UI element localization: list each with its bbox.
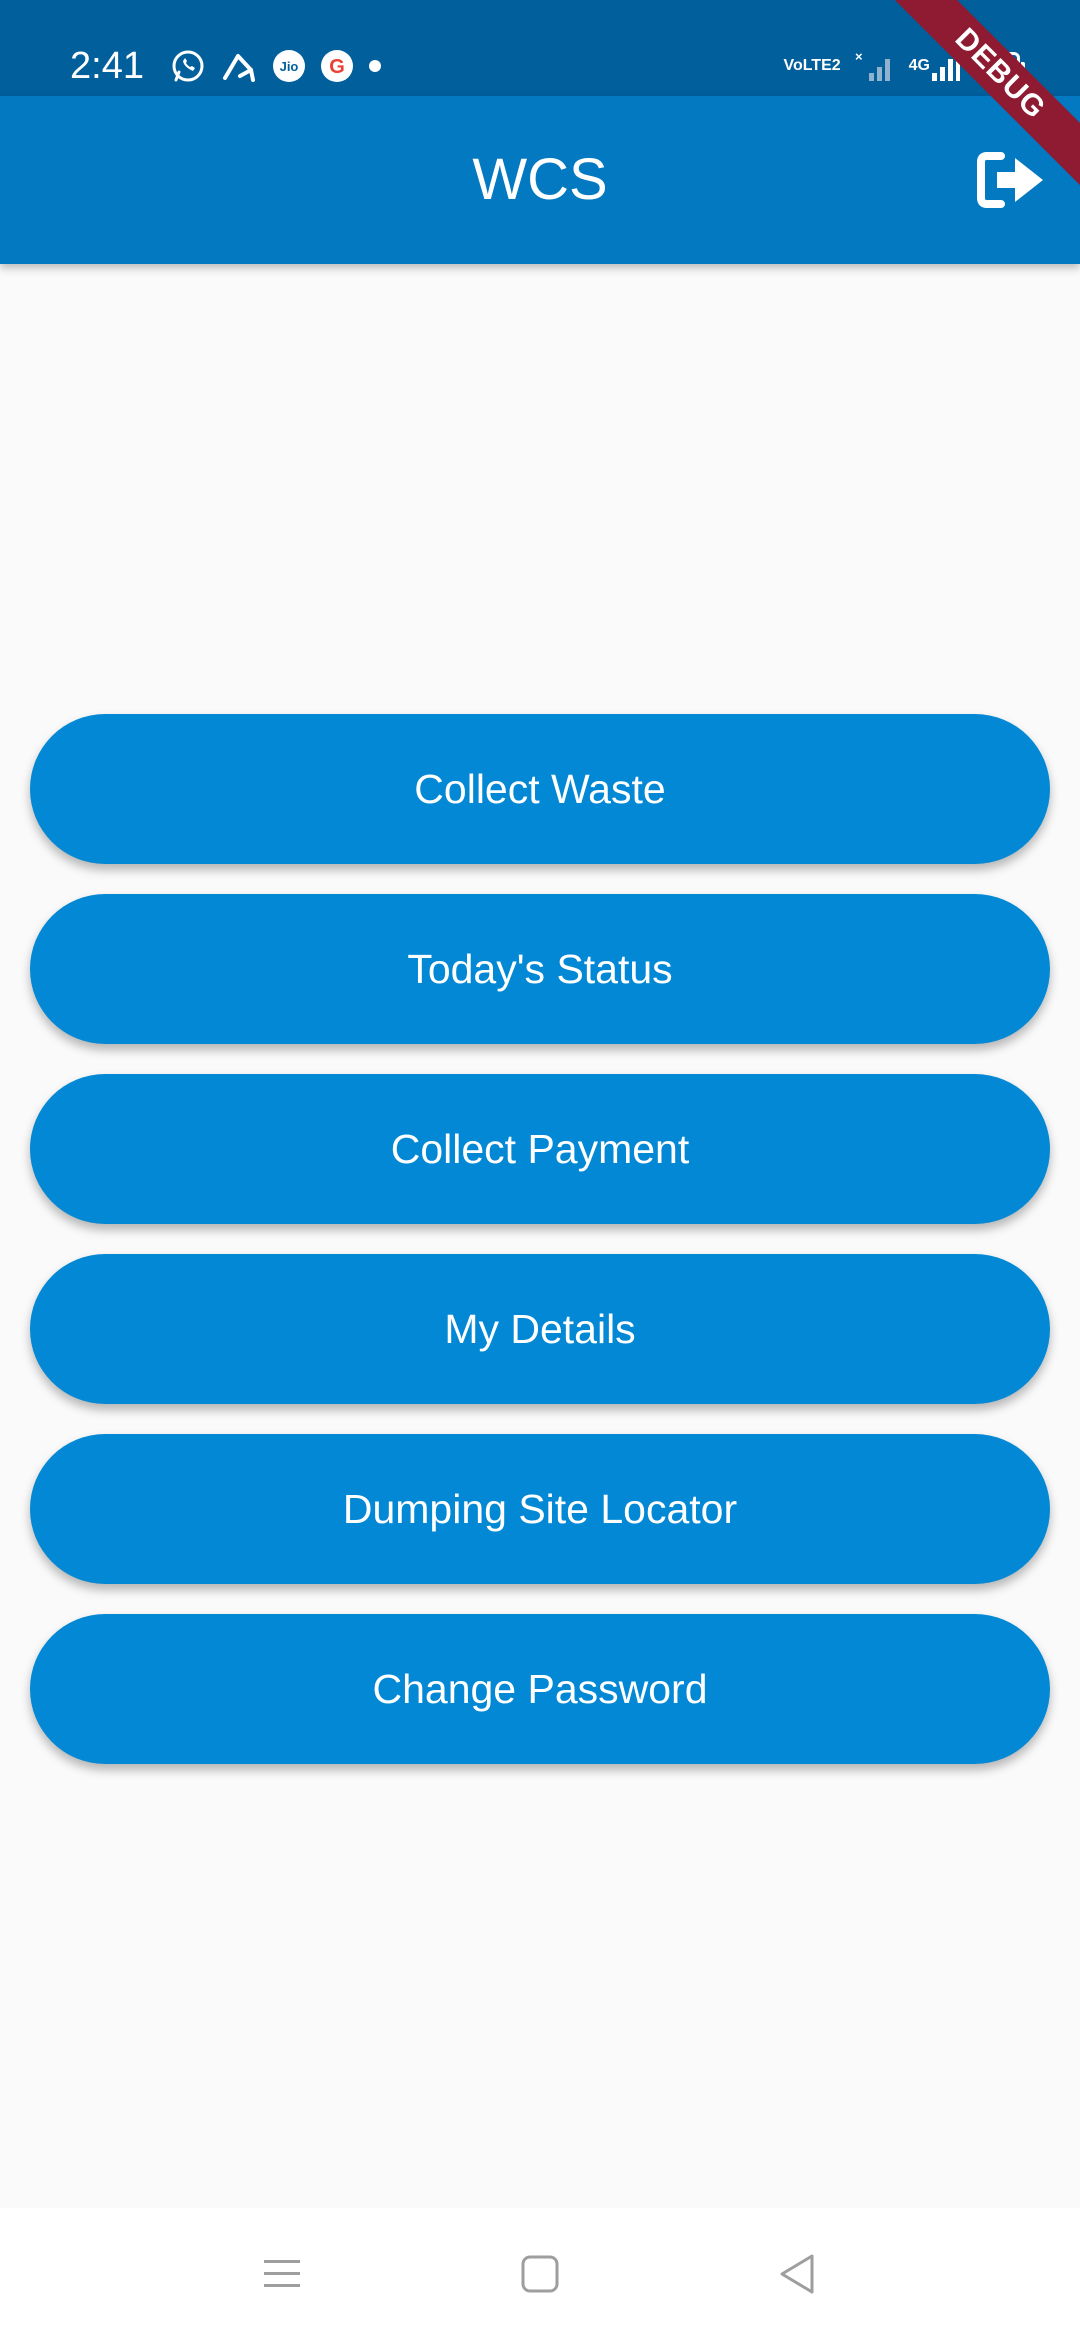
collect-waste-button[interactable]: Collect Waste (30, 714, 1050, 864)
google-icon: G (320, 49, 354, 83)
logout-icon (977, 152, 1043, 208)
home-icon (521, 2255, 559, 2293)
jio-label: Jio (280, 59, 299, 74)
change-password-button[interactable]: Change Password (30, 1614, 1050, 1764)
system-nav-bar (0, 2208, 1080, 2340)
nav-menu-button[interactable] (222, 2208, 342, 2340)
dumping-site-locator-button[interactable]: Dumping Site Locator (30, 1434, 1050, 1584)
volte-line-2: LTE2 (802, 57, 841, 74)
svg-text:×: × (855, 49, 863, 64)
volte-line-1: Vo (783, 57, 803, 74)
app-screen: 2:41 Jio G Vo LTE2 × 4G DEBUG WCS Collec… (0, 0, 1080, 2340)
loop-arrow-icon (220, 48, 258, 84)
volte-indicator: Vo LTE2 (783, 58, 840, 74)
nav-home-button[interactable] (480, 2208, 600, 2340)
google-label: G (329, 56, 345, 78)
network-type-label: 4G (908, 57, 930, 74)
whatsapp-icon (170, 48, 206, 84)
nav-back-button[interactable] (736, 2208, 856, 2340)
logout-button[interactable] (972, 142, 1050, 218)
status-time: 2:41 (70, 45, 144, 87)
todays-status-button[interactable]: Today's Status (30, 894, 1050, 1044)
main-menu: Collect Waste Today's Status Collect Pay… (30, 714, 1050, 1794)
menu-icon (264, 2260, 300, 2287)
page-title: WCS (472, 147, 608, 212)
signal-weak-icon: × (855, 49, 895, 83)
my-details-button[interactable]: My Details (30, 1254, 1050, 1404)
notification-icons: Jio G (170, 44, 382, 88)
dot-icon (368, 59, 382, 73)
collect-payment-button[interactable]: Collect Payment (30, 1074, 1050, 1224)
back-icon (780, 2254, 814, 2294)
app-bar: WCS (0, 96, 1080, 264)
jio-icon: Jio (272, 49, 306, 83)
